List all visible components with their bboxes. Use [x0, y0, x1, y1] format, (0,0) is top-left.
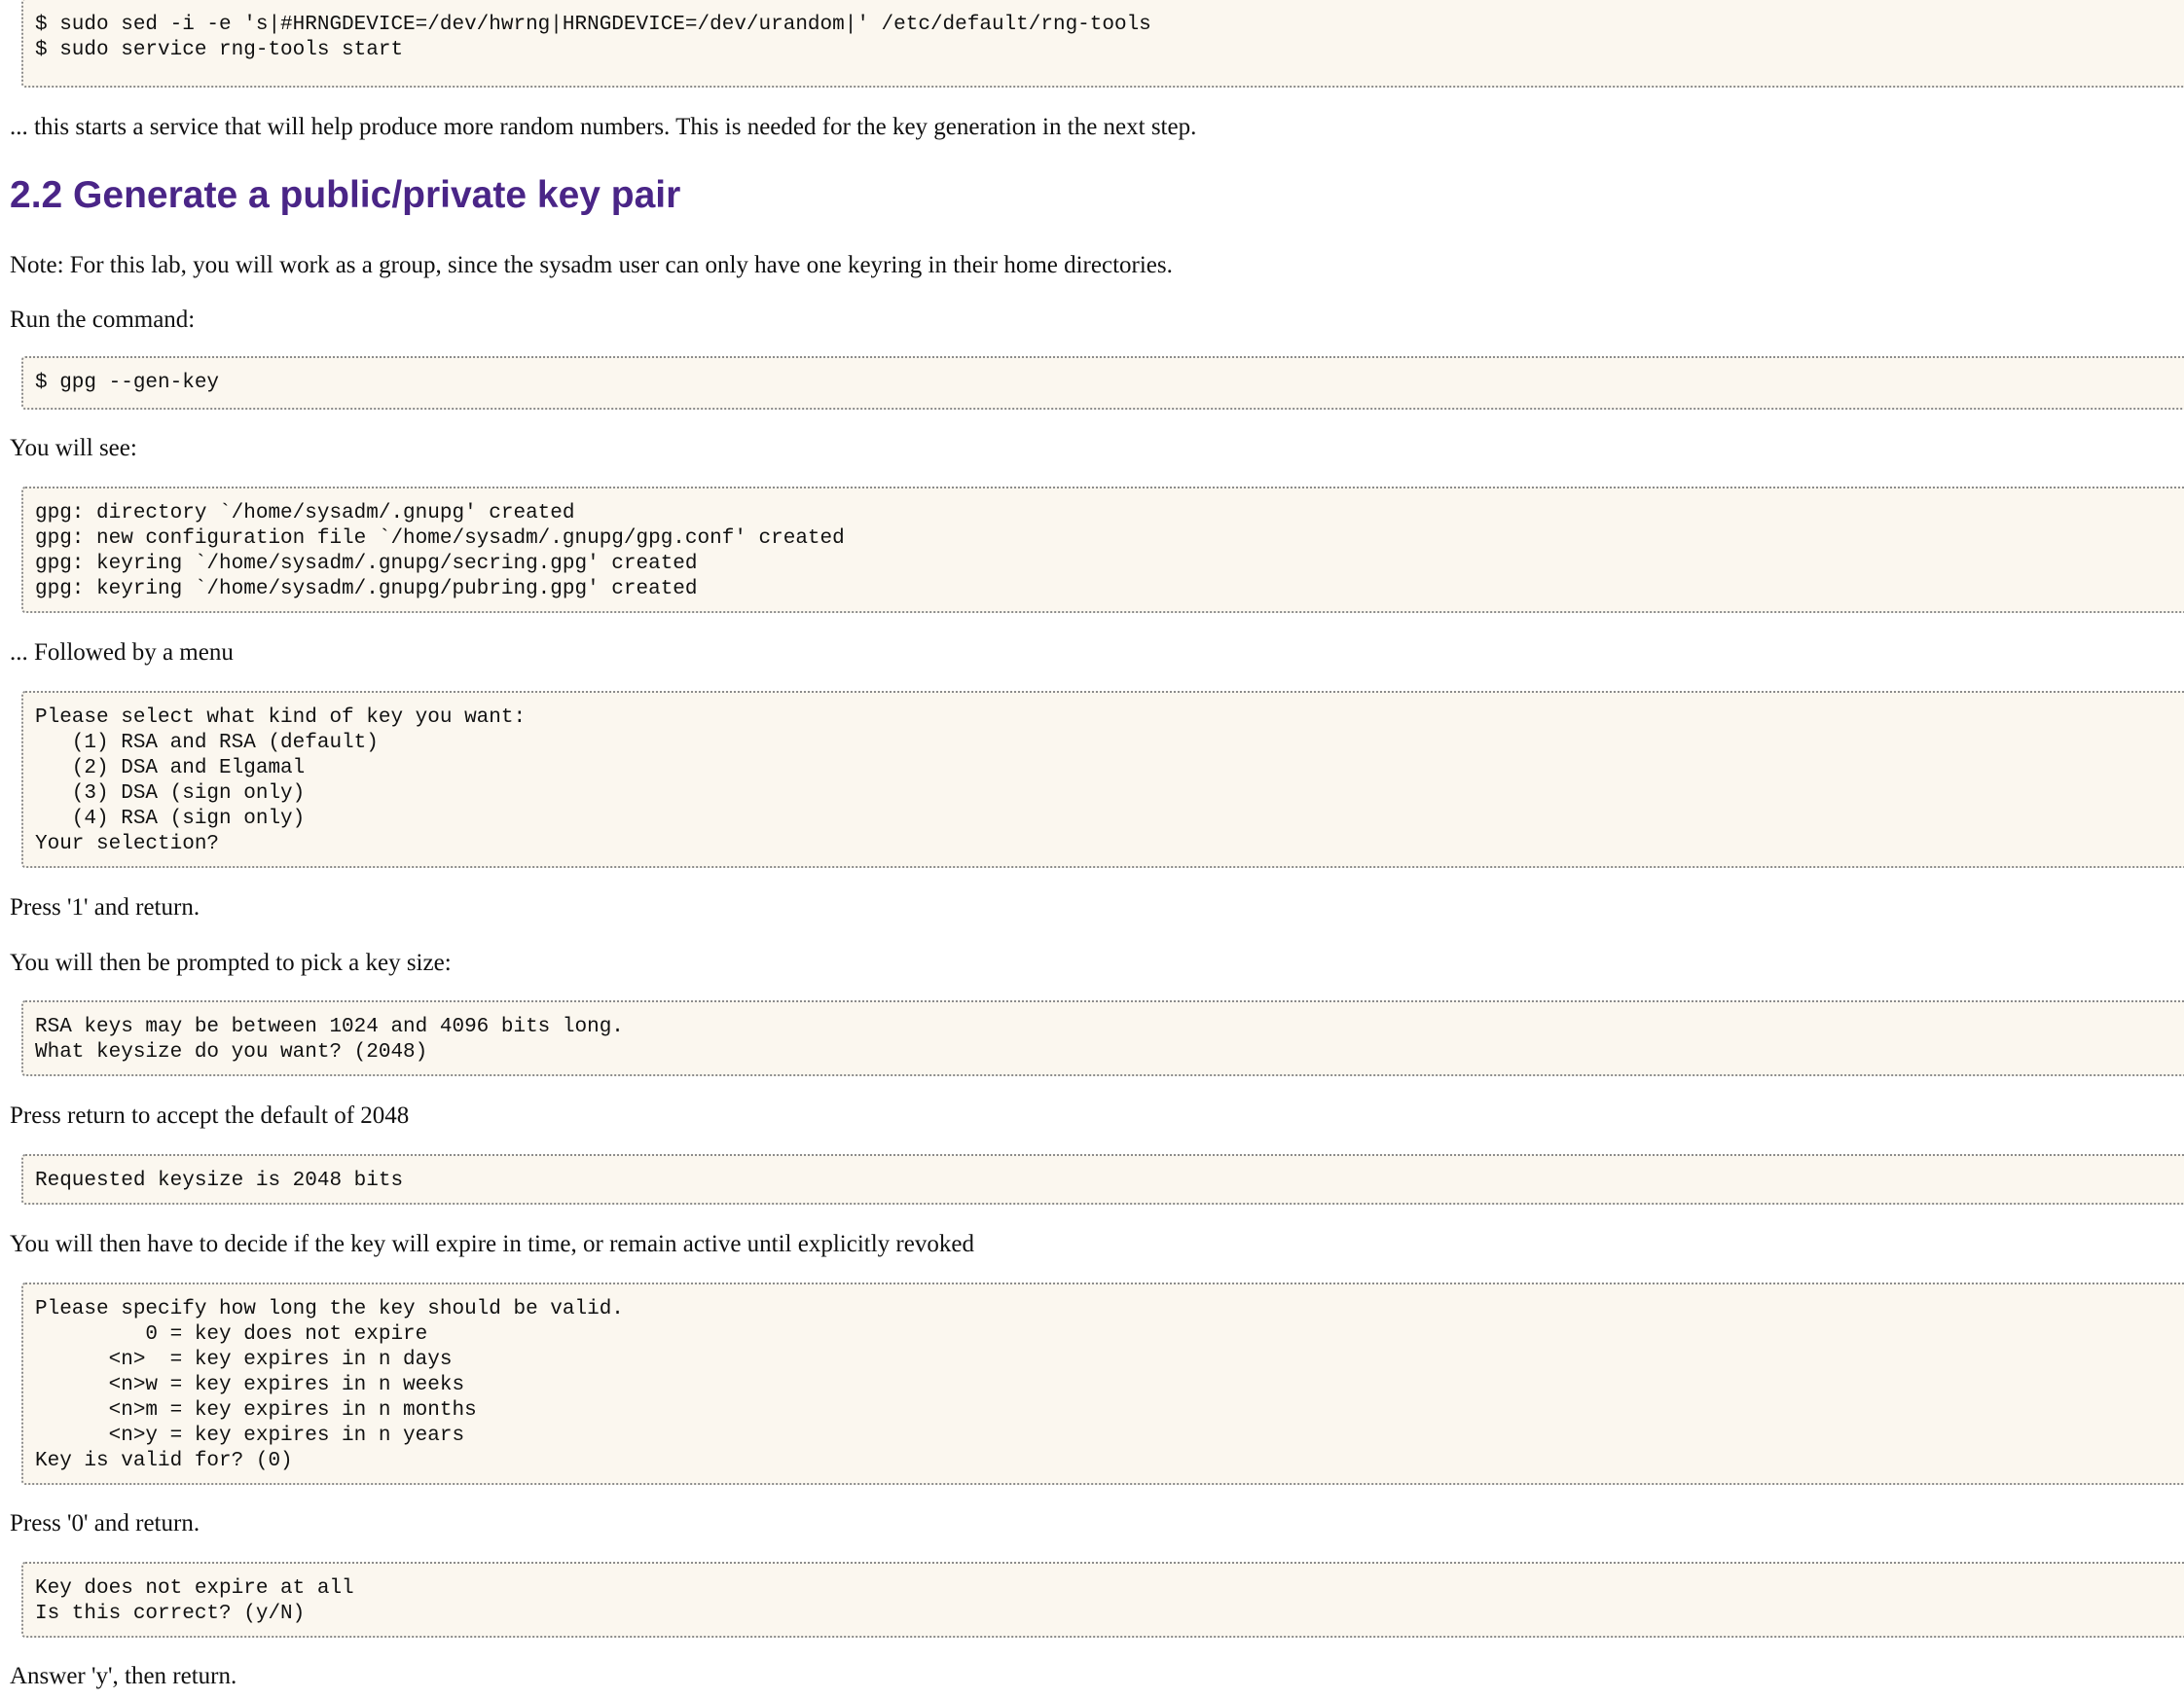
paragraph-followed-by-menu: ... Followed by a menu: [10, 639, 234, 666]
code-block-key-size-prompt: RSA keys may be between 1024 and 4096 bi…: [21, 1000, 2184, 1076]
code-block-confirm-prompt: Key does not expire at all Is this corre…: [21, 1562, 2184, 1638]
section-heading: 2.2 Generate a public/private key pair: [10, 174, 681, 216]
paragraph-accept-default: Press return to accept the default of 20…: [10, 1103, 410, 1129]
code-block-gpg-created-output: gpg: directory `/home/sysadm/.gnupg' cre…: [21, 487, 2184, 613]
paragraph-press-1: Press '1' and return.: [10, 894, 200, 921]
paragraph-press-0: Press '0' and return.: [10, 1510, 200, 1536]
paragraph-answer-y: Answer 'y', then return.: [10, 1663, 237, 1689]
code-block-gen-key-command: $ gpg --gen-key: [21, 356, 2184, 410]
code-block-key-kind-menu: Please select what kind of key you want:…: [21, 691, 2184, 868]
paragraph-decide-expire: You will then have to decide if the key …: [10, 1231, 974, 1257]
document-page: $ sudo sed -i -e 's|#HRNGDEVICE=/dev/hwr…: [0, 0, 2184, 1699]
paragraph-pick-key-size: You will then be prompted to pick a key …: [10, 950, 452, 976]
code-block-rng-tools: $ sudo sed -i -e 's|#HRNGDEVICE=/dev/hwr…: [21, 0, 2184, 88]
code-block-key-size-result: Requested keysize is 2048 bits: [21, 1154, 2184, 1205]
paragraph-group-note: Note: For this lab, you will work as a g…: [10, 252, 1173, 278]
paragraph-rng-explanation: ... this starts a service that will help…: [10, 114, 1197, 140]
paragraph-you-will-see: You will see:: [10, 435, 137, 461]
code-block-validity-prompt: Please specify how long the key should b…: [21, 1283, 2184, 1485]
paragraph-run-command: Run the command:: [10, 307, 196, 333]
